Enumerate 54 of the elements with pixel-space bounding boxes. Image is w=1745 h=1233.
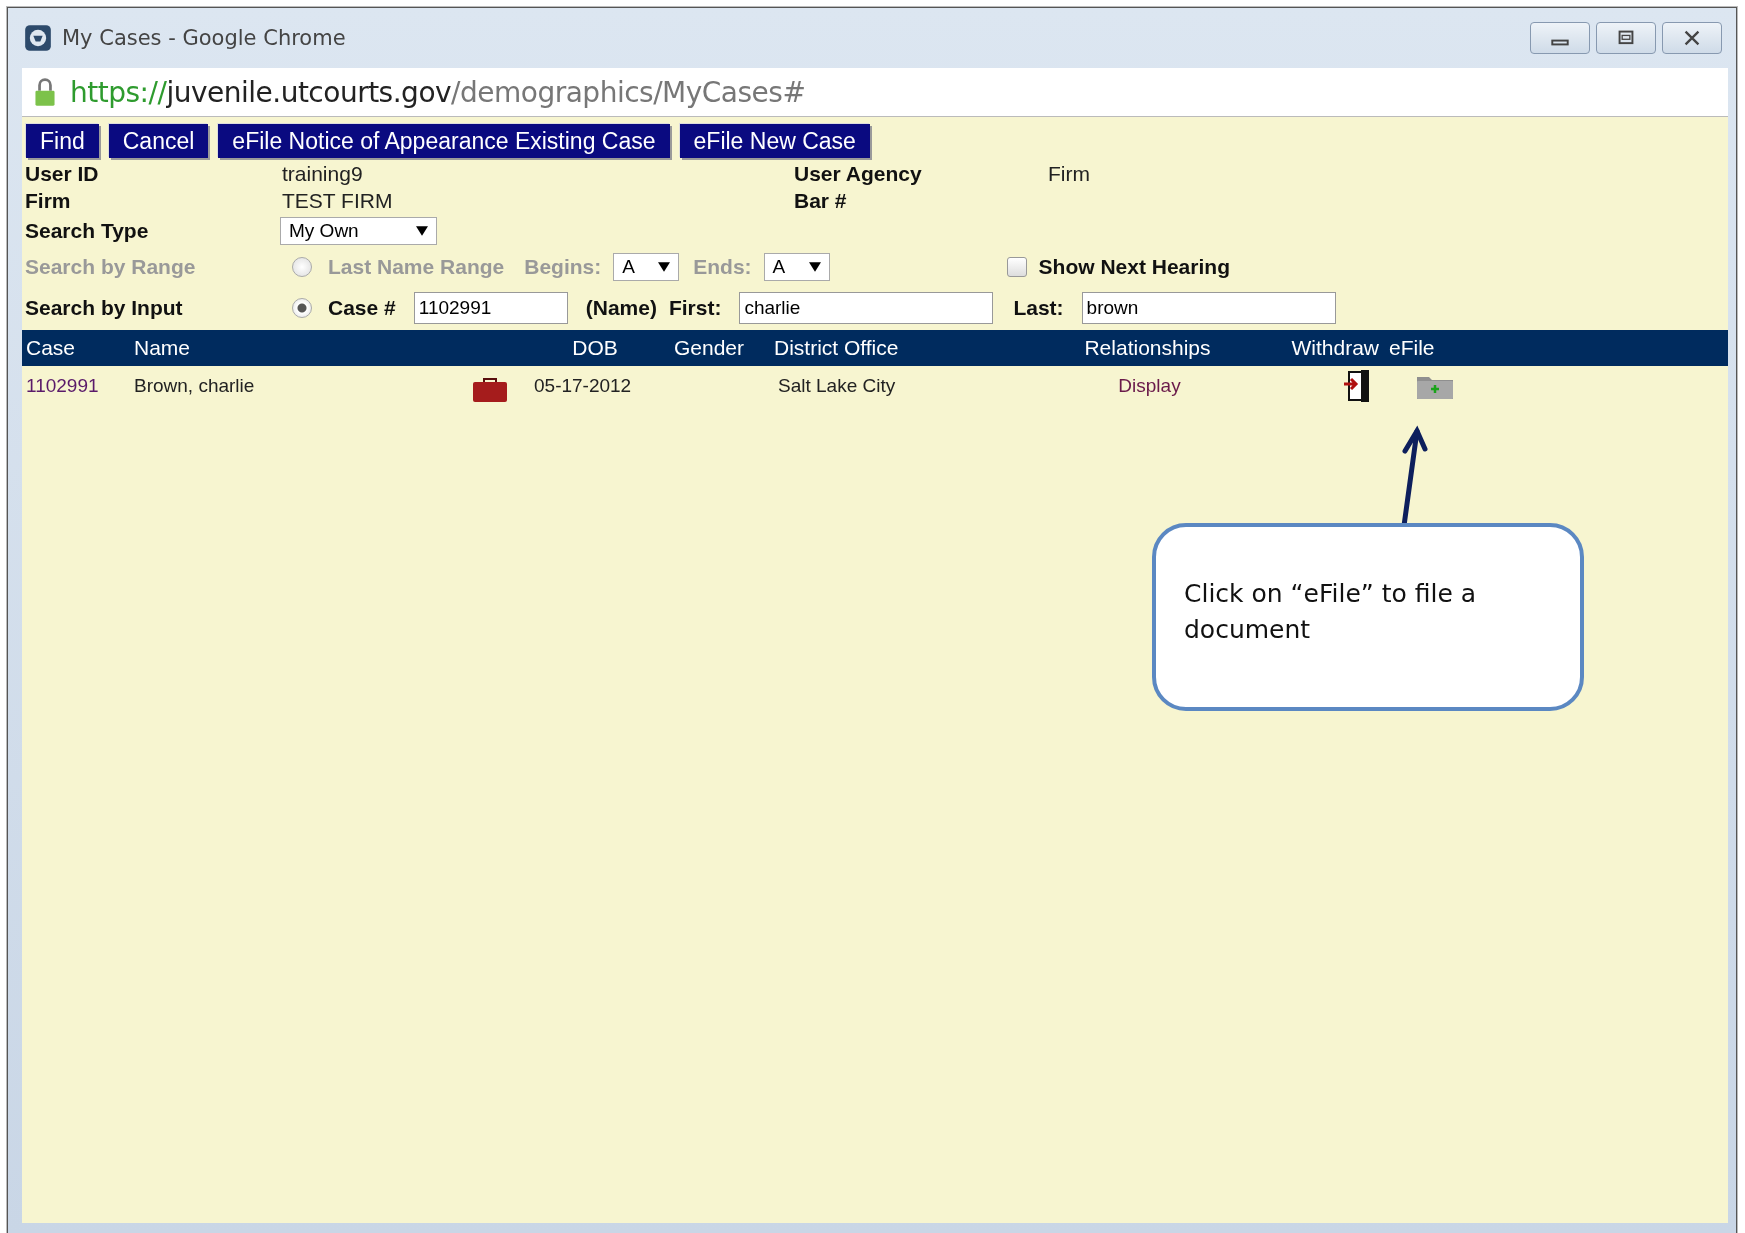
table-cell-text: Brown, charlie (133, 375, 256, 397)
field-value: TEST FIRM (282, 189, 394, 214)
toolbar-button[interactable]: Find (26, 124, 99, 158)
search-type-dropdown[interactable]: My Own (280, 217, 437, 245)
field-label: First: (668, 296, 722, 320)
checkbox-label: Show Next Hearing (1038, 255, 1230, 279)
minimize-icon (1551, 38, 1569, 46)
field-label: Bar # (794, 189, 848, 214)
field-value: Firm (1048, 162, 1091, 187)
field-value: training9 (282, 162, 364, 187)
last-name-field[interactable]: brown (1081, 292, 1336, 324)
radio-label: Case # (328, 296, 396, 320)
field-label: User ID (25, 162, 100, 187)
field-label: User Agency (794, 162, 923, 187)
field-label: Begins: (524, 255, 602, 279)
column-header: eFile (1388, 336, 1436, 360)
caret-icon (416, 226, 428, 236)
column-header: DOB (571, 336, 619, 360)
caret-icon (808, 262, 821, 272)
toolbar-button[interactable]: eFile New Case (679, 124, 870, 158)
field-label: Search Type (25, 219, 150, 243)
address-bar[interactable]: https://juvenile.utcourts.gov/demographics/MyCases# (22, 68, 1728, 117)
case-number-field[interactable]: 1102991 (413, 292, 568, 324)
column-header: Withdraw (1290, 336, 1380, 360)
field-label: (Name) (585, 296, 657, 320)
field-label: Search by Input (25, 296, 184, 320)
case-link[interactable]: 1102991 (22, 375, 130, 397)
toolbar-button[interactable]: Cancel (108, 124, 209, 158)
briefcase-icon[interactable] (472, 377, 508, 403)
column-header: Case (25, 336, 77, 360)
window-title: My Cases - Google Chrome (62, 26, 346, 50)
radio-button[interactable] (292, 298, 312, 318)
minimize-button[interactable] (1530, 22, 1590, 54)
table-cell-text: Salt Lake City (777, 375, 897, 397)
column-header: Relationships (1083, 336, 1212, 360)
app-icon (24, 24, 52, 52)
column-header: Gender (673, 336, 746, 360)
caret-icon (658, 262, 671, 272)
lock-icon (34, 77, 56, 107)
field-label: Ends: (693, 255, 752, 279)
callout-text: Click on “eFile” to file a document (1184, 577, 1478, 646)
field-label: Search by Range (25, 255, 197, 279)
field-label: Firm (25, 189, 72, 214)
maximize-button[interactable] (1596, 22, 1656, 54)
close-button[interactable] (1662, 22, 1722, 54)
radio-label: Last Name Range (328, 255, 505, 279)
field-label: Last: (1013, 296, 1064, 320)
toolbar-button[interactable]: eFile Notice of Appearance Existing Case (218, 124, 670, 158)
table-cell-text: 05-17-2012 (533, 375, 633, 397)
column-header: District Office (773, 336, 900, 360)
url-text: https://juvenile.utcourts.gov/demographics/MyCases# (70, 75, 806, 109)
column-header: Name (133, 336, 192, 360)
first-name-field[interactable]: charlie (739, 292, 994, 324)
display-link[interactable]: Display (1118, 375, 1181, 396)
